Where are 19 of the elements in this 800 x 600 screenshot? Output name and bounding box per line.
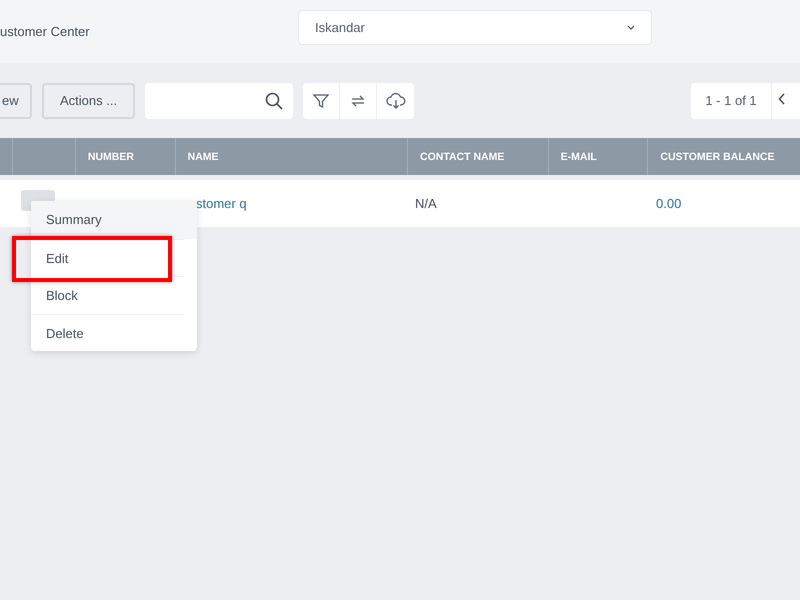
menu-item[interactable]: Edit: [31, 238, 184, 276]
search-field[interactable]: [145, 82, 294, 118]
search-icon: [265, 92, 284, 110]
chevron-down-icon: [627, 25, 635, 30]
table-cell: N/A: [415, 196, 437, 211]
filter-icon: [312, 92, 330, 110]
table-link[interactable]: stomer q: [196, 196, 247, 211]
table-link[interactable]: 0.00: [656, 196, 682, 211]
customer-dropdown[interactable]: Iskandar: [298, 10, 652, 45]
menu-item[interactable]: Block: [31, 276, 184, 314]
page-count: 1 - 1 of 1: [691, 82, 772, 118]
page-title: ustomer Center: [0, 24, 91, 39]
chevron-left-icon: [778, 93, 786, 105]
menu-item[interactable]: Delete: [31, 314, 184, 351]
menu-item[interactable]: Summary: [31, 201, 197, 238]
actions-button[interactable]: Actions ...: [42, 82, 136, 118]
cloud-download-icon: [386, 92, 406, 110]
new-button[interactable]: ew: [0, 82, 32, 118]
dropdown-value: Iskandar: [315, 20, 365, 35]
